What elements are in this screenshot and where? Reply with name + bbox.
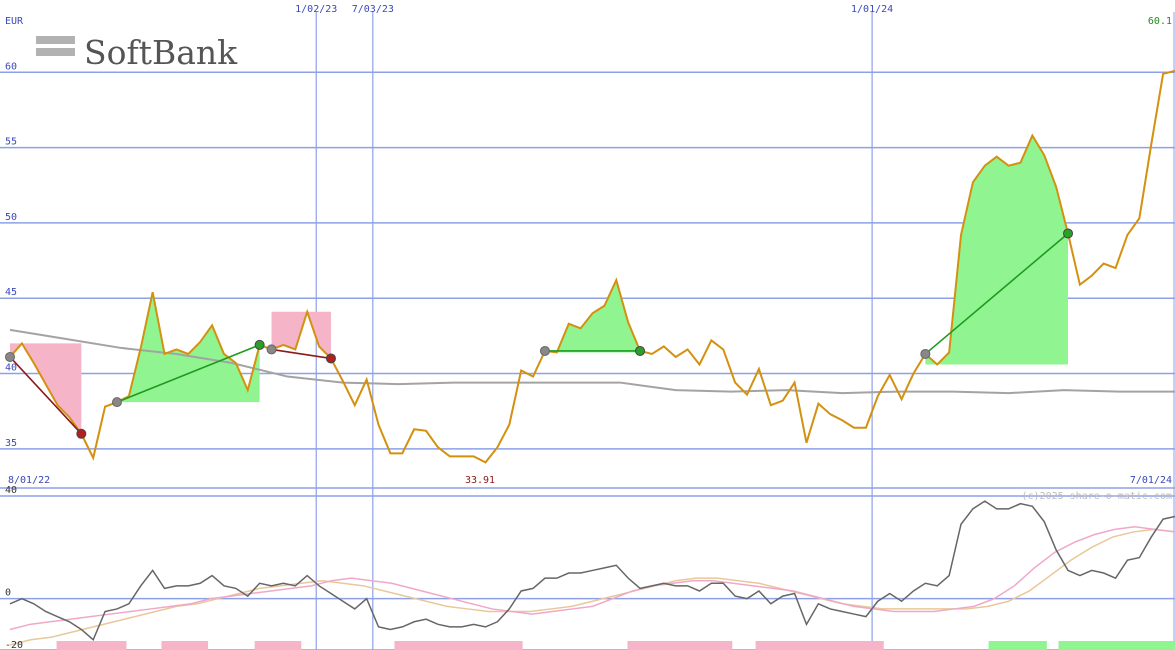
osc-tick-label: 40 [5, 485, 17, 496]
osc-tick-label: -20 [5, 640, 23, 650]
y-tick-label: 60 [5, 61, 17, 72]
x-tick-label: 1/02/23 [295, 4, 337, 15]
swing-start-dot [920, 348, 931, 359]
osc-histogram-bar [254, 641, 302, 650]
currency-label: EUR [5, 16, 24, 27]
last-price-label: 60.1 [1148, 16, 1172, 27]
osc-histogram-bar [56, 641, 127, 650]
swing-end-dot [76, 428, 87, 439]
swing-end-dot [635, 345, 646, 356]
y-tick-label: 45 [5, 287, 17, 298]
swing-end-dot [1063, 228, 1074, 239]
swing-end-dot [254, 339, 265, 350]
y-tick-label: 40 [5, 363, 17, 374]
lowest-price-label: 33.91 [465, 475, 495, 486]
osc-histogram-bar [627, 641, 733, 650]
swing-start-dot [266, 344, 277, 355]
swing-start-dot [111, 397, 122, 408]
logo-bar-bottom [36, 48, 75, 56]
osc-histogram-bar [988, 641, 1047, 650]
swing-end-dot [325, 353, 336, 364]
osc-histogram-bar [161, 641, 209, 650]
stock-chart-svg: 3540455055608/01/221/02/23 7/03/23 1/01/24… [0, 0, 1175, 650]
logo-bar-top [36, 36, 75, 44]
osc-histogram-bar [394, 641, 523, 650]
y-tick-label: 50 [5, 212, 17, 223]
y-tick-label: 55 [5, 137, 17, 148]
swing-start-dot [5, 351, 15, 362]
osc-tick-label: 0 [5, 588, 11, 599]
osc-histogram-bar [1058, 641, 1175, 650]
x-tick-label: 7/01/24 [1130, 475, 1172, 486]
x-tick-label: 1/01/24 [851, 4, 893, 15]
company-logo-text: SoftBank [84, 33, 238, 72]
x-tick-label: 7/03/23 [352, 4, 394, 15]
swing-start-dot [539, 345, 550, 356]
osc-histogram-bar [755, 641, 884, 650]
copyright-label: (c)2025 share-o-matic.com [1021, 491, 1172, 502]
y-tick-label: 35 [5, 438, 17, 449]
